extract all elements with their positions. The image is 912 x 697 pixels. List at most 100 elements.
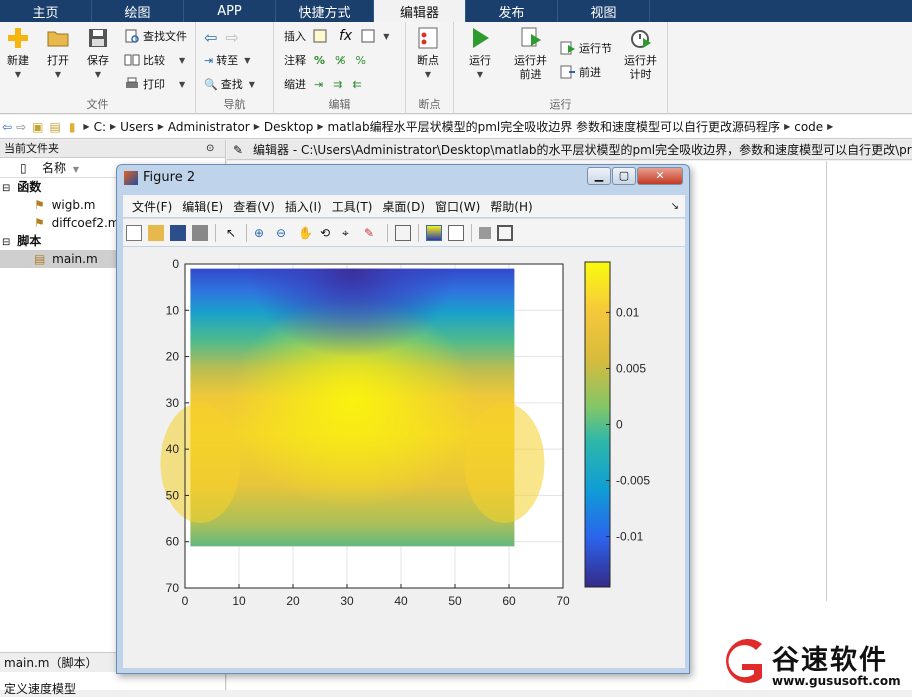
watermark-name: 谷速软件 xyxy=(772,645,888,676)
save-label: 保存 xyxy=(87,54,109,67)
goto-button[interactable]: ⇥ 转至 ▼ xyxy=(204,52,250,68)
brush-icon[interactable]: ✎ xyxy=(364,225,380,241)
compare-button[interactable]: 比较 ▼ xyxy=(124,52,185,68)
open-label: 打开 xyxy=(47,54,69,67)
up-folder-icon[interactable]: ▣ xyxy=(32,120,43,134)
back-icon[interactable]: ⇦ xyxy=(2,120,12,134)
find-button[interactable]: 🔍 查找 ▼ xyxy=(204,76,255,92)
comment-button[interactable]: 注释% %̸% xyxy=(284,52,366,68)
menu-view[interactable]: 查看(V) xyxy=(233,198,275,215)
toolbar-separator xyxy=(246,223,247,242)
figure-window[interactable]: Figure 2 ▁ ▢ ✕ 文件(F) 编辑(E) 查看(V) 插入(I) 工… xyxy=(116,164,690,674)
save-button[interactable]: 保存 ▼ xyxy=(86,26,110,82)
wrap-comment-icon[interactable]: % xyxy=(355,54,365,67)
nav-group-title: 导航 xyxy=(223,98,246,111)
heatmap-field xyxy=(160,268,545,547)
colorbar-toggle-icon[interactable] xyxy=(426,224,442,241)
link-plot-icon[interactable] xyxy=(395,224,411,241)
advance-icon xyxy=(560,65,575,79)
collapse-icon[interactable]: ⊟ xyxy=(2,237,10,248)
figure-titlebar[interactable]: Figure 2 ▁ ▢ ✕ xyxy=(117,165,689,191)
y-tick-label: 60 xyxy=(166,535,180,549)
menu-insert[interactable]: 插入(I) xyxy=(285,198,322,215)
tab-view[interactable]: 视图 xyxy=(558,0,650,22)
menu-help[interactable]: 帮助(H) xyxy=(490,198,532,215)
breakpoints-button[interactable]: 断点 ▼ xyxy=(416,26,440,82)
insert-icon xyxy=(313,29,327,43)
file-name: wigb.m xyxy=(51,198,96,212)
collapse-icon[interactable]: ⊟ xyxy=(2,183,10,194)
insert-button[interactable]: 插入 fx ▼ xyxy=(284,28,389,44)
pan-hand-icon[interactable]: ✋ xyxy=(298,225,314,241)
close-button[interactable]: ✕ xyxy=(637,167,683,185)
path-segment[interactable]: Desktop xyxy=(264,120,314,134)
decrease-indent-icon[interactable]: ⇇ xyxy=(352,78,361,91)
path-separator-icon: ▶ xyxy=(317,122,324,131)
data-cursor-icon[interactable]: ⌖ xyxy=(342,225,358,241)
path-separator-icon: ▶ xyxy=(83,122,90,131)
left-arrow-icon: ⇦ xyxy=(204,28,218,47)
run-time-button[interactable]: 运行并 计时 xyxy=(624,26,657,82)
file-group: 新建 ▼ 打开 ▼ 保存 ▼ 查找文件 比较 ▼ 打印 ▼ 文件 xyxy=(0,22,196,114)
tab-publish[interactable]: 发布 xyxy=(466,0,558,22)
x-tick-label: 70 xyxy=(556,594,570,608)
browse-folder-icon[interactable]: ▤ xyxy=(49,120,60,134)
indent-button[interactable]: 缩进 ⇥ ⇉ ⇇ xyxy=(284,76,362,92)
menu-edit[interactable]: 编辑(E) xyxy=(182,198,223,215)
tab-shortcuts[interactable]: 快捷方式 xyxy=(276,0,374,22)
tab-editor[interactable]: 编辑器 xyxy=(374,0,466,22)
print-figure-icon[interactable] xyxy=(192,224,208,241)
show-tools-icon[interactable] xyxy=(497,224,513,241)
zoom-in-icon[interactable]: ⊕ xyxy=(254,225,270,241)
run-advance-button[interactable]: 运行并 前进 xyxy=(514,26,547,82)
legend-toggle-icon[interactable] xyxy=(448,224,464,241)
run-section-button[interactable]: 运行节 xyxy=(560,40,612,56)
panel-menu-icon[interactable]: ⊙ xyxy=(206,140,214,158)
path-segment[interactable]: Administrator xyxy=(168,120,250,134)
tab-plots[interactable]: 绘图 xyxy=(92,0,184,22)
zoom-out-icon[interactable]: ⊖ xyxy=(276,225,292,241)
heatmap-plot[interactable]: 0 10 20 30 40 50 60 70 0 10 20 30 40 50 60 70 0.01 0.00… xyxy=(123,247,685,668)
open-file-icon[interactable] xyxy=(148,224,164,241)
minimize-button[interactable]: ▁ xyxy=(587,167,611,185)
maximize-button[interactable]: ▢ xyxy=(612,167,636,185)
forward-icon[interactable]: ⇨ xyxy=(16,120,26,134)
save-figure-icon[interactable] xyxy=(170,224,186,241)
address-bar[interactable]: ⇦ ⇨ ▣ ▤ ▮ ▶ C: ▶ Users ▶ Administrator ▶ De… xyxy=(0,115,912,139)
new-figure-icon[interactable] xyxy=(126,224,142,241)
rotate-icon[interactable]: ⟲ xyxy=(320,225,336,241)
current-folder-title: 当前文件夹 xyxy=(4,142,59,155)
pointer-icon[interactable]: ↖ xyxy=(223,225,239,241)
hide-tools-icon[interactable] xyxy=(479,226,491,239)
edit-group: 插入 fx ▼ 注释% %̸% 缩进 ⇥ ⇉ ⇇ 编辑 xyxy=(274,22,406,114)
open-button[interactable]: 打开 ▼ xyxy=(46,26,70,82)
heatmap-bowl xyxy=(190,268,515,547)
menu-window[interactable]: 窗口(W) xyxy=(435,198,480,215)
tab-apps[interactable]: APP xyxy=(184,0,276,22)
path-segment[interactable]: code xyxy=(794,120,823,134)
print-button[interactable]: 打印 ▼ xyxy=(124,76,185,92)
increase-indent-icon[interactable]: ⇉ xyxy=(333,78,342,91)
menu-tools[interactable]: 工具(T) xyxy=(332,198,373,215)
scripts-group-label: 脚本 xyxy=(17,234,42,248)
function-icon[interactable] xyxy=(360,28,376,44)
fx-label[interactable]: fx xyxy=(339,28,352,44)
dock-arrow-icon[interactable]: ↘ xyxy=(671,201,679,212)
uncomment-icon[interactable]: %̸ xyxy=(335,54,345,67)
path-segment[interactable]: C: xyxy=(94,120,106,134)
colorbar-tick-label: 0.01 xyxy=(616,305,640,319)
new-button[interactable]: 新建 ▼ xyxy=(6,26,30,82)
run-button[interactable]: 运行 ▼ xyxy=(468,26,492,82)
function-file-icon: ⚑ xyxy=(34,198,45,212)
path-segment[interactable]: Users xyxy=(120,120,154,134)
x-tick-label: 60 xyxy=(502,594,516,608)
back-forward-buttons[interactable]: ⇦ ⇨ xyxy=(204,28,239,47)
path-segment[interactable]: matlab编程水平层状模型的pml完全吸收边界 参数和速度模型可以自行更改源码… xyxy=(328,118,781,135)
advance-button[interactable]: 前进 xyxy=(560,64,601,80)
menu-file[interactable]: 文件(F) xyxy=(132,198,172,215)
file-group-title: 文件 xyxy=(86,98,109,111)
tab-home[interactable]: 主页 xyxy=(0,0,92,22)
find-files-button[interactable]: 查找文件 xyxy=(124,28,187,44)
menu-desktop[interactable]: 桌面(D) xyxy=(382,198,425,215)
editor-header-text: 编辑器 - C:\Users\Administrator\Desktop\mat… xyxy=(253,143,912,157)
